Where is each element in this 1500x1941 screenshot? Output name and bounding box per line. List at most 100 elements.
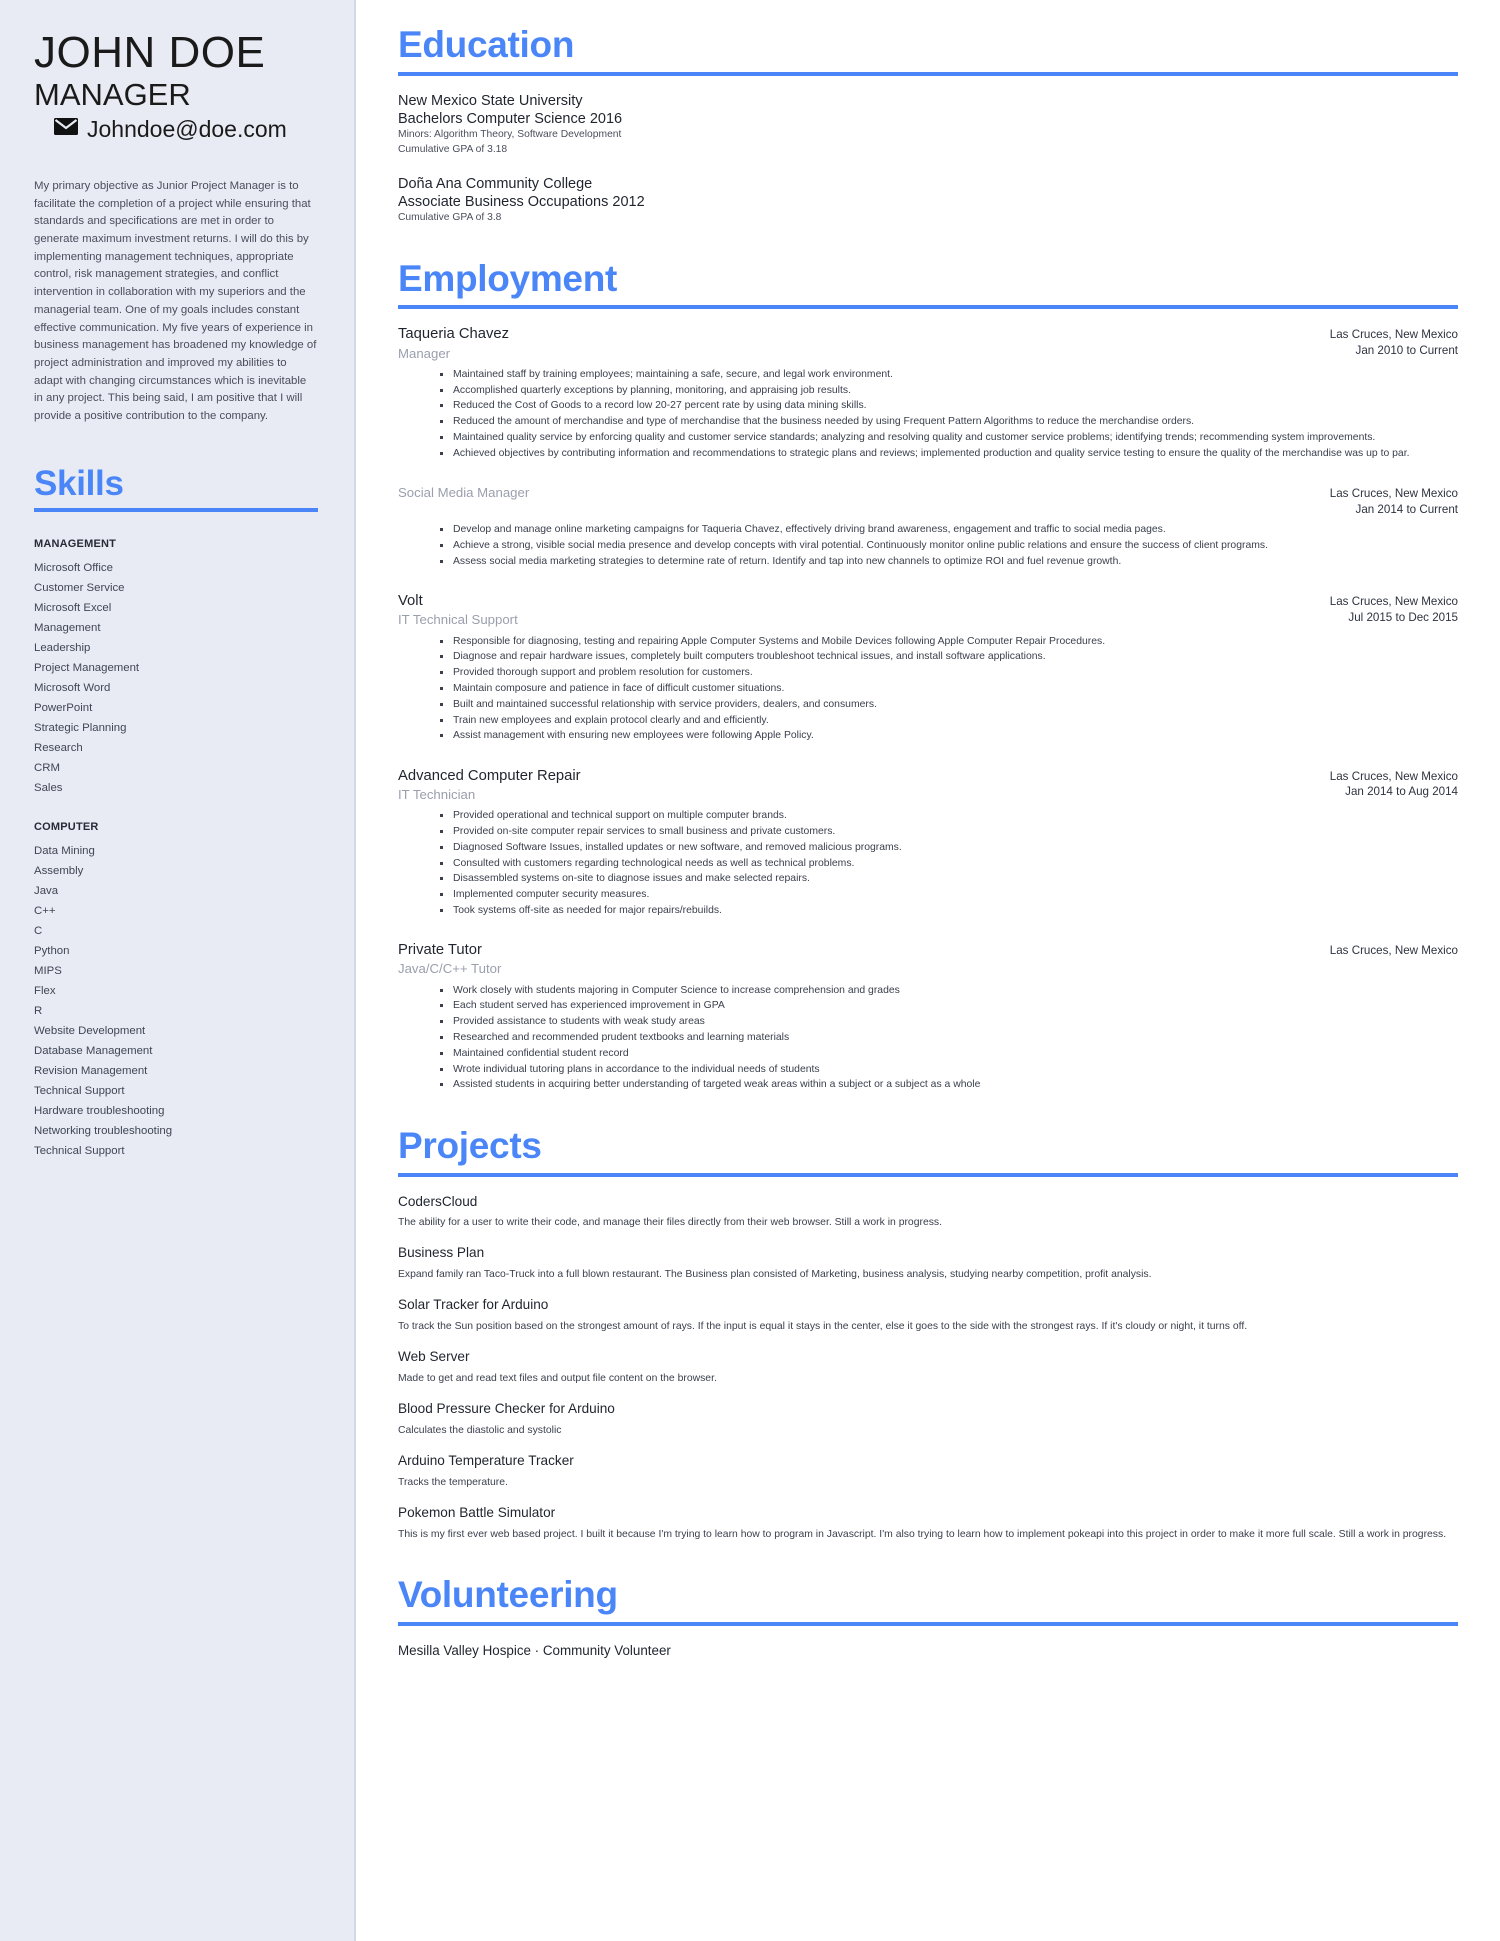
skill-item: Technical Support [34, 1084, 125, 1097]
job-bullet: Maintain composure and patience in face … [440, 681, 1458, 696]
job-bullet: Provided on-site computer repair service… [440, 824, 1458, 839]
job-bullet: Implemented computer security measures. [440, 887, 1458, 902]
job-title: IT Technician [398, 786, 476, 802]
education-heading: Education [398, 24, 575, 65]
job-bullet: Diagnose and repair hardware issues, com… [440, 649, 1458, 664]
project-entry: Pokemon Battle Simulator This is my firs… [398, 1504, 1458, 1542]
skill-group-computer: COMPUTER Data Mining Assembly Java C++ C… [34, 821, 318, 1162]
job-bullet: Reduced the amount of merchandise and ty… [440, 414, 1458, 429]
section-volunteering: Volunteering Mesilla Valley Hospice · Co… [398, 1575, 1458, 1661]
job-company: Volt [398, 593, 423, 610]
job-bullet: Maintained staff by training employees; … [440, 367, 1458, 382]
envelope-icon [54, 118, 78, 140]
job-location: Las Cruces, New Mexico [1329, 769, 1458, 783]
job-bullet: Provided operational and technical suppo… [440, 808, 1458, 823]
volunteering-heading-rule [398, 1622, 1458, 1627]
skill-item: MIPS [34, 964, 62, 977]
employment-heading-rule [398, 305, 1458, 310]
project-name: Solar Tracker for Arduino [398, 1297, 549, 1313]
job-bullet: Each student served has experienced impr… [440, 998, 1458, 1013]
job-entry: Taqueria Chavez Manager Las Cruces, New … [398, 325, 1458, 461]
project-description: Tracks the temperature. [398, 1476, 508, 1488]
job-bullet: Train new employees and explain protocol… [440, 713, 1458, 728]
skill-category-label: COMPUTER [34, 820, 99, 833]
job-title: IT Technical Support [398, 612, 518, 628]
project-name: Blood Pressure Checker for Arduino [398, 1401, 615, 1417]
project-description: To track the Sun position based on the s… [398, 1320, 1248, 1332]
job-bullet: Accomplished quarterly exceptions by pla… [440, 383, 1458, 398]
job-bullet: Assisted students in acquiring better un… [440, 1077, 1458, 1092]
skill-item: Management [34, 621, 101, 634]
education-entry: New Mexico State University Bachelors Co… [398, 92, 1458, 157]
section-projects: Projects CodersCloud The ability for a u… [398, 1124, 1458, 1543]
job-title: Manager [398, 345, 451, 361]
job-bullet: Maintained confidential student record [440, 1046, 1458, 1061]
skill-category-label: MANAGEMENT [34, 537, 117, 550]
project-name: Arduino Temperature Tracker [398, 1453, 574, 1469]
job-bullets: Work closely with students majoring in C… [398, 983, 1458, 1093]
skill-item: Revision Management [34, 1064, 148, 1077]
education-note: Cumulative GPA of 3.8 [398, 212, 502, 224]
skill-item: Microsoft Word [34, 681, 111, 694]
skill-item: Hardware troubleshooting [34, 1104, 165, 1117]
skill-item: R [34, 1004, 43, 1017]
education-heading-rule [398, 71, 1458, 76]
project-entry: Solar Tracker for Arduino To track the S… [398, 1296, 1458, 1334]
skill-item: PowerPoint [34, 701, 93, 714]
skills-heading: Skills [34, 463, 124, 503]
job-bullets: Responsible for diagnosing, testing and … [398, 634, 1458, 744]
skill-item: CRM [34, 761, 60, 774]
project-entry: Arduino Temperature Tracker Tracks the t… [398, 1452, 1458, 1490]
skill-item: Python [34, 944, 70, 957]
job-bullets: Develop and manage online marketing camp… [398, 522, 1458, 569]
project-entry: Business Plan Expand family ran Taco-Tru… [398, 1244, 1458, 1282]
job-bullet: Diagnosed Software Issues, installed upd… [440, 840, 1458, 855]
skill-item: Strategic Planning [34, 721, 127, 734]
skill-item: Data Mining [34, 844, 95, 857]
education-entry: Doña Ana Community College Associate Bus… [398, 175, 1458, 226]
job-location: Las Cruces, New Mexico [1329, 944, 1458, 958]
email-address: Johndoe@doe.com [87, 115, 287, 142]
job-dates: Jan 2010 to Current [1355, 344, 1458, 358]
skill-item: Technical Support [34, 1144, 125, 1157]
skill-item: Flex [34, 984, 56, 997]
employment-heading: Employment [398, 257, 618, 299]
skill-group-management: MANAGEMENT Microsoft Office Customer Ser… [34, 538, 318, 799]
project-name: Pokemon Battle Simulator [398, 1505, 556, 1521]
job-role: MANAGER [34, 77, 191, 113]
skill-item: C++ [34, 904, 56, 917]
project-entry: Web Server Made to get and read text fil… [398, 1348, 1458, 1386]
job-bullet: Wrote individual tutoring plans in accor… [440, 1062, 1458, 1077]
projects-heading-rule [398, 1172, 1458, 1177]
skill-item: Assembly [34, 864, 84, 877]
skill-item: Java [34, 884, 59, 897]
education-note: Cumulative GPA of 3.18 [398, 143, 508, 155]
project-description: The ability for a user to write their co… [398, 1216, 943, 1228]
job-bullet: Reduced the Cost of Goods to a record lo… [440, 398, 1458, 413]
project-entry: Blood Pressure Checker for Arduino Calcu… [398, 1400, 1458, 1438]
job-bullets: Provided operational and technical suppo… [398, 808, 1458, 918]
job-company: Advanced Computer Repair [398, 767, 581, 784]
job-bullet: Provided thorough support and problem re… [440, 665, 1458, 680]
job-title: Social Media Manager [398, 485, 530, 501]
skill-item: Project Management [34, 661, 140, 674]
job-company: Private Tutor [398, 942, 482, 959]
email-contact[interactable]: Johndoe@doe.com [34, 115, 318, 142]
education-degree: Bachelors Computer Science 2016 [398, 110, 623, 127]
skill-item: Networking troubleshooting [34, 1124, 173, 1137]
section-employment: Employment Taqueria Chavez Manager Las C… [398, 257, 1458, 1093]
skill-item: C [34, 924, 43, 937]
job-dates: Jan 2014 to Current [1355, 502, 1458, 516]
job-bullet: Researched and recommended prudent textb… [440, 1030, 1458, 1045]
job-bullet: Disassembled systems on-site to diagnose… [440, 871, 1458, 886]
job-entry: Advanced Computer Repair IT Technician L… [398, 767, 1458, 918]
skill-item: Customer Service [34, 581, 125, 594]
projects-heading: Projects [398, 1124, 542, 1166]
education-note: Minors: Algorithm Theory, Software Devel… [398, 129, 622, 141]
job-bullets: Maintained staff by training employees; … [398, 367, 1458, 461]
skill-item: Database Management [34, 1044, 153, 1057]
job-bullet: Maintained quality service by enforcing … [440, 430, 1458, 445]
skill-item: Website Development [34, 1024, 146, 1037]
project-description: Expand family ran Taco-Truck into a full… [398, 1268, 1152, 1280]
project-name: CodersCloud [398, 1193, 478, 1209]
